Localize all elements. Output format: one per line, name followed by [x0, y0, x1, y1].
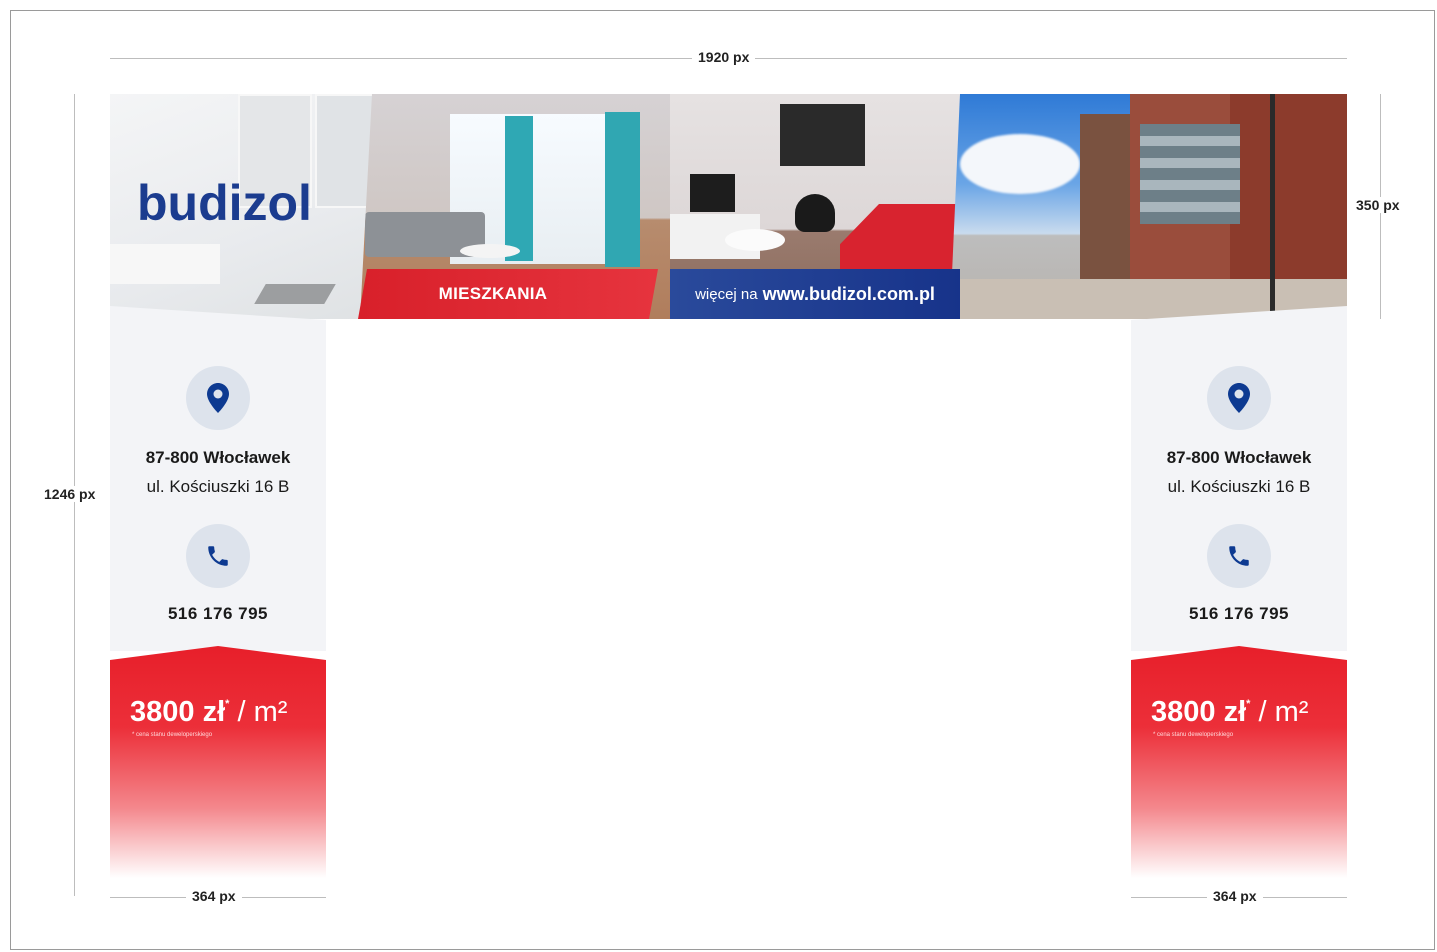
banner-photo-street [950, 94, 1347, 319]
apartments-label: MIESZKANIA [438, 284, 548, 303]
banner-height-label: 350 px [1350, 197, 1406, 213]
left-address-street: ul. Kościuszki 16 B [146, 477, 290, 496]
right-price-unit: / m² [1258, 696, 1309, 728]
right-width-label: 364 px [1207, 888, 1263, 904]
left-width-label: 364 px [186, 888, 242, 904]
total-height-label: 1246 px [38, 486, 102, 502]
banner-photo-bedroom: budizol [110, 94, 374, 319]
left-price-value: 3800 zł [130, 696, 226, 728]
website-url: www.budizol.com.pl [762, 283, 935, 304]
website-prefix: więcej na [695, 285, 758, 303]
top-banner: budizol MIESZKANIA więcej na www.budizol… [110, 94, 1347, 319]
location-circle-right [1207, 366, 1271, 430]
left-address-city: 87-800 Włocławek [145, 448, 291, 467]
right-address-street: ul. Kościuszki 16 B [1167, 477, 1311, 496]
right-price-value: 3800 zł [1151, 696, 1247, 728]
right-price-box: 3800 zł* / m² * cena stanu deweloperskie… [1131, 646, 1347, 878]
left-price: 3800 zł* / m² [130, 696, 287, 729]
left-phone-number: 516 176 795 [167, 604, 269, 623]
apartments-ribbon: MIESZKANIA [358, 269, 658, 319]
phone-circle-left [186, 524, 250, 588]
left-price-footnote: * cena stanu deweloperskiego [132, 732, 213, 738]
phone-circle-right [1207, 524, 1271, 588]
right-price-mark: * [1246, 698, 1251, 710]
phone-icon [1229, 546, 1249, 566]
location-circle-left [186, 366, 250, 430]
left-price-box: 3800 zł* / m² * cena stanu deweloperskie… [110, 646, 326, 878]
left-price-mark: * [225, 698, 230, 710]
right-address-city: 87-800 Włocławek [1166, 448, 1312, 467]
brand-logo: budizol [137, 175, 312, 231]
left-price-unit: / m² [237, 696, 288, 728]
website-ribbon: więcej na www.budizol.com.pl [670, 269, 960, 319]
location-pin-icon [1228, 383, 1250, 413]
right-price: 3800 zł* / m² [1151, 696, 1308, 729]
top-dimension-label: 1920 px [692, 49, 756, 65]
right-phone-number: 516 176 795 [1188, 604, 1290, 623]
right-price-footnote: * cena stanu deweloperskiego [1153, 732, 1234, 738]
location-pin-icon [207, 383, 229, 413]
phone-icon [208, 546, 228, 566]
